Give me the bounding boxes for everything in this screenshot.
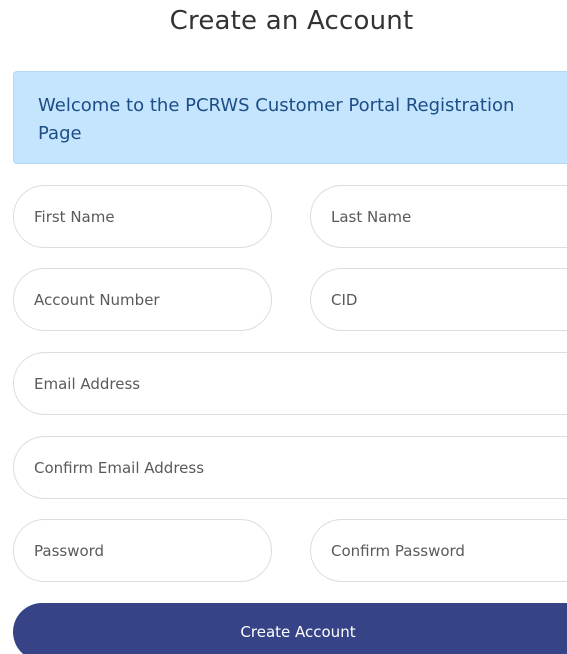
cid-input[interactable] <box>310 268 567 331</box>
first-name-input[interactable] <box>13 185 272 248</box>
create-account-button[interactable]: Create Account <box>13 603 567 654</box>
registration-page: Create an Account Welcome to the PCRWS C… <box>0 0 567 654</box>
confirm-password-input[interactable] <box>310 519 567 582</box>
confirm-email-input[interactable] <box>13 436 567 499</box>
email-input[interactable] <box>13 352 567 415</box>
password-input[interactable] <box>13 519 272 582</box>
account-number-input[interactable] <box>13 268 272 331</box>
last-name-input[interactable] <box>310 185 567 248</box>
welcome-banner-text: Welcome to the PCRWS Customer Portal Reg… <box>38 95 515 144</box>
page-title: Create an Account <box>169 6 414 36</box>
welcome-banner: Welcome to the PCRWS Customer Portal Reg… <box>13 71 567 164</box>
